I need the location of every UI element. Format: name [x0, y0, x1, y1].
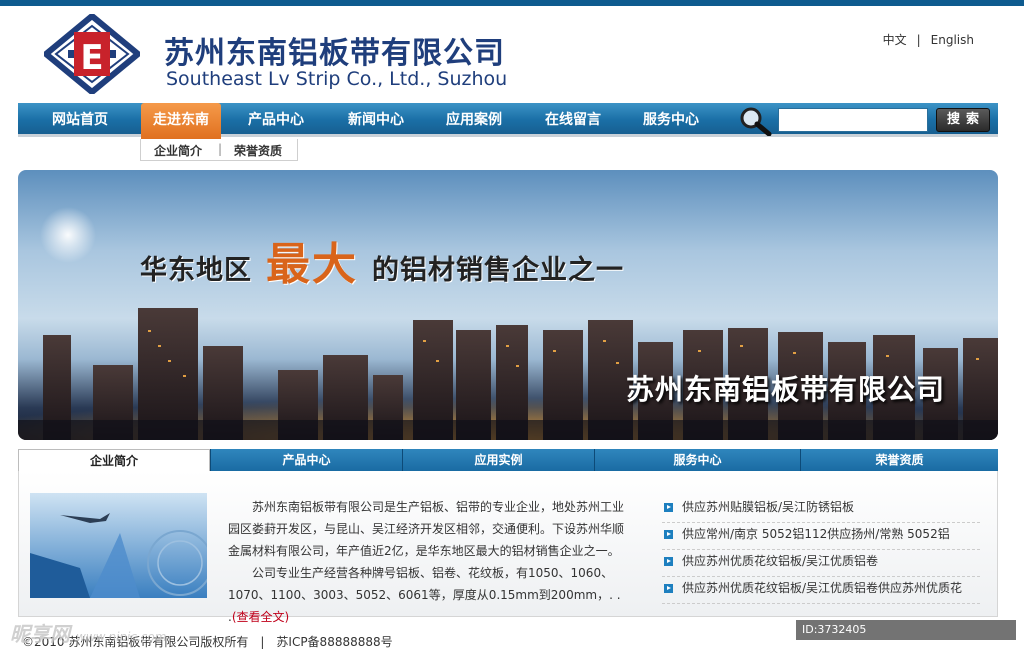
nav-item-home[interactable]: 网站首页: [36, 103, 124, 137]
bullet-arrow-icon: [664, 557, 673, 566]
submenu-separator: |: [218, 142, 223, 156]
bullet-arrow-icon: [664, 503, 673, 512]
nav-item-message[interactable]: 在线留言: [533, 103, 613, 137]
content-tabs: 企业简介 产品中心 应用实例 服务中心 荣誉资质: [18, 449, 998, 472]
bullet-arrow-icon: [664, 584, 673, 593]
nav-item-products[interactable]: 产品中心: [236, 103, 316, 137]
search-input[interactable]: [778, 108, 928, 132]
slogan-highlight: 最大: [266, 239, 358, 290]
search-button[interactable]: 搜索: [936, 108, 990, 132]
tab-service[interactable]: 服务中心: [594, 449, 800, 471]
watermark-url: www.nipic.com: [76, 630, 167, 644]
news-item[interactable]: 供应苏州贴膜铝板/吴江防锈铝板: [662, 496, 980, 523]
lang-separator: |: [916, 33, 921, 47]
news-item[interactable]: 供应苏州优质花纹铝板/吴江优质铝卷: [662, 550, 980, 577]
nav-item-about[interactable]: 走进东南: [141, 103, 221, 139]
tab-company-profile[interactable]: 企业简介: [18, 449, 210, 472]
footer-separator: |: [260, 635, 265, 649]
tab-products[interactable]: 产品中心: [210, 449, 402, 471]
footer-icp: 苏ICP备88888888号: [276, 635, 393, 649]
logo-letter: E: [80, 38, 103, 78]
watermark: 昵享网 www.nipic.com: [10, 618, 166, 647]
banner-slogan: 华东地区 最大 的铝材销售企业之一: [140, 228, 624, 292]
submenu-item-profile[interactable]: 企业简介: [154, 142, 202, 159]
top-accent-bar: [0, 0, 1024, 6]
bullet-arrow-icon: [664, 530, 673, 539]
submenu-about: 企业简介 | 荣誉资质: [140, 139, 298, 161]
submenu-item-honors[interactable]: 荣誉资质: [234, 142, 282, 159]
nav-item-service[interactable]: 服务中心: [631, 103, 711, 137]
slogan-prefix: 华东地区: [140, 255, 252, 286]
watermark-site: 昵享网: [10, 622, 70, 646]
image-id-tag: ID:3732405 NO:20101011140250007669: [796, 620, 1016, 649]
read-more-link[interactable]: (查看全文): [232, 610, 289, 624]
company-name-en: Southeast Lv Strip Co., Ltd., Suzhou: [166, 68, 508, 90]
news-item[interactable]: 供应常州/南京 5052铝112供应扬州/常熟 5052铝: [662, 523, 980, 550]
tab-applications[interactable]: 应用实例: [402, 449, 594, 471]
tab-honors[interactable]: 荣誉资质: [800, 449, 998, 471]
news-list: 供应苏州贴膜铝板/吴江防锈铝板 供应常州/南京 5052铝112供应扬州/常熟 …: [662, 496, 980, 604]
banner-company-name: 苏州东南铝板带有限公司: [626, 373, 946, 406]
slogan-suffix: 的铝材销售企业之一: [372, 255, 624, 286]
news-item-title: 供应苏州优质花纹铝板/吴江优质铝卷供应苏州优质花: [682, 581, 963, 595]
nav-item-news[interactable]: 新闻中心: [336, 103, 416, 137]
news-item-title: 供应苏州优质花纹铝板/吴江优质铝卷: [682, 554, 879, 568]
news-item-title: 供应苏州贴膜铝板/吴江防锈铝板: [682, 500, 855, 514]
language-switcher: 中文 | English: [883, 31, 974, 48]
intro-paragraph-1: 苏州东南铝板带有限公司是生产铝板、铝带的专业企业，地处苏州工业园区娄葑开发区，与…: [228, 500, 625, 558]
lang-chinese-link[interactable]: 中文: [883, 33, 907, 47]
company-photo: [30, 493, 207, 598]
company-intro: 苏州东南铝板带有限公司是生产铝板、铝带的专业企业，地处苏州工业园区娄葑开发区，与…: [228, 496, 624, 628]
search-icon: [740, 107, 772, 136]
nav-item-cases[interactable]: 应用案例: [434, 103, 514, 137]
company-logo: E: [44, 14, 140, 94]
news-item-title: 供应常州/南京 5052铝112供应扬州/常熟 5052铝: [682, 527, 950, 541]
company-name-cn: 苏州东南铝板带有限公司: [164, 36, 505, 71]
lang-english-link[interactable]: English: [931, 33, 974, 47]
news-item[interactable]: 供应苏州优质花纹铝板/吴江优质铝卷供应苏州优质花: [662, 577, 980, 604]
